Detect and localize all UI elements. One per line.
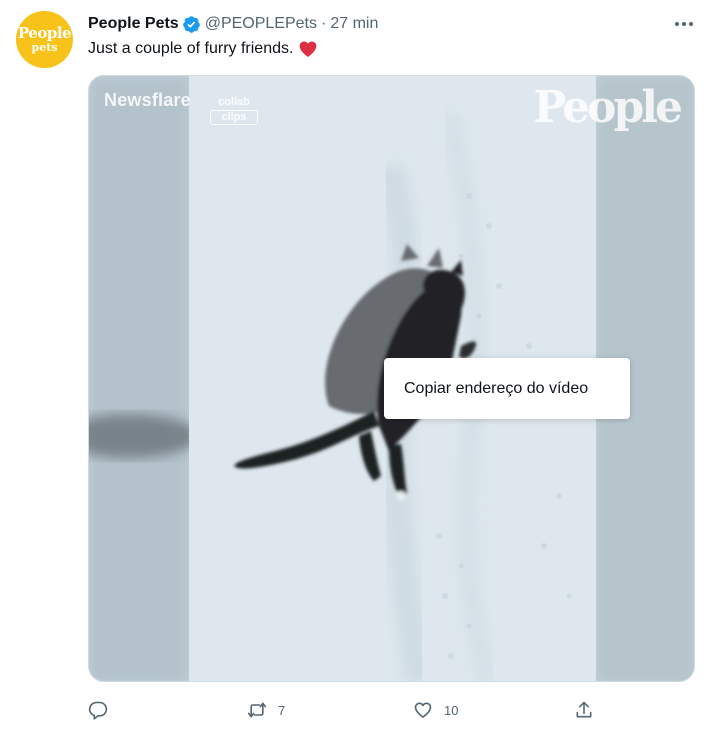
avatar-logo-subtext: pets — [31, 41, 58, 54]
newsflare-watermark: Newsflare — [104, 90, 191, 110]
separator-dot: · — [321, 15, 327, 32]
tweet-action-bar: 7 10 — [88, 695, 598, 725]
share-button[interactable] — [574, 695, 594, 725]
verified-badge-icon — [182, 15, 201, 34]
retweet-button[interactable]: 7 — [246, 695, 285, 725]
red-heart-emoji-icon — [298, 39, 318, 59]
copy-video-address-menu-item[interactable]: Copiar endereço do vídeo — [404, 380, 588, 398]
tweet-header: People Pets @PEOPLEPets · 27 min — [88, 13, 378, 35]
author-name[interactable]: People Pets — [88, 15, 179, 33]
tweet-timestamp[interactable]: 27 min — [330, 15, 378, 33]
like-button[interactable]: 10 — [412, 695, 458, 725]
heart-icon — [414, 702, 432, 718]
collab-watermark-top: collab — [218, 96, 250, 108]
author-handle[interactable]: @PEOPLEPets — [205, 15, 317, 33]
avatar[interactable]: People pets — [16, 11, 73, 68]
retweet-icon — [247, 702, 267, 718]
reply-icon — [88, 701, 108, 720]
more-dots-icon — [675, 22, 693, 26]
tweet-text-content: Just a couple of furry friends. — [88, 40, 294, 57]
collab-clips-watermark: collab clips — [210, 96, 258, 125]
avatar-logo-text: People — [17, 24, 72, 42]
share-icon — [576, 701, 592, 718]
collab-watermark-bottom: clips — [210, 110, 258, 125]
like-count: 10 — [444, 702, 459, 718]
tweet-text: Just a couple of furry friends. — [88, 38, 318, 60]
retweet-count: 7 — [278, 702, 286, 718]
more-options-button[interactable] — [671, 13, 697, 35]
context-menu: Copiar endereço do vídeo — [384, 358, 630, 419]
people-watermark: People — [533, 82, 683, 133]
reply-button[interactable] — [88, 695, 118, 725]
